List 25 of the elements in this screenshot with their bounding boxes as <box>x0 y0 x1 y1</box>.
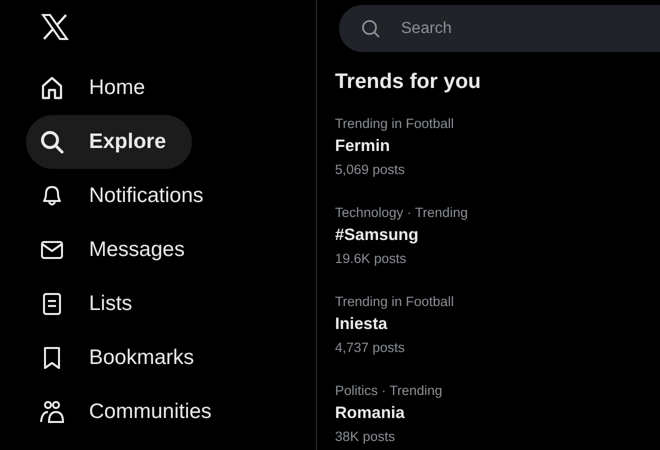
nav-item[interactable]: Explore <box>26 115 192 169</box>
nav-item[interactable]: Notifications <box>26 172 230 220</box>
trend-context: Technology · Trending <box>335 205 469 220</box>
trend-name[interactable]: Romania <box>335 404 660 423</box>
nav-item[interactable]: Messages <box>26 226 211 274</box>
nav-item[interactable]: Lists <box>26 280 158 328</box>
trend-context: Trending in Football <box>335 116 455 131</box>
post-count: 4,737 posts <box>335 340 406 355</box>
trend-name[interactable]: Iniesta <box>335 315 660 334</box>
home-icon <box>39 75 65 101</box>
trend-name[interactable]: #Samsung <box>335 226 660 245</box>
post-count: 5,069 posts <box>335 162 406 177</box>
search-field[interactable]: Search <box>339 5 660 52</box>
nav-item[interactable]: Bookmarks <box>26 334 220 382</box>
trend-context: Trending in Football <box>335 294 455 309</box>
people-icon <box>39 399 65 425</box>
trend-name[interactable]: Fermin <box>335 137 660 156</box>
section-title: Trends for you <box>335 70 482 94</box>
search-icon <box>39 129 65 155</box>
trend-context: Politics · Trending <box>335 383 444 398</box>
post-count: 19.6K posts <box>335 251 408 266</box>
nav-item[interactable]: Home <box>26 64 172 112</box>
nav-item[interactable]: Communities <box>26 388 238 436</box>
x-logo-icon[interactable] <box>40 12 70 42</box>
post-count: 38K posts <box>335 429 396 444</box>
